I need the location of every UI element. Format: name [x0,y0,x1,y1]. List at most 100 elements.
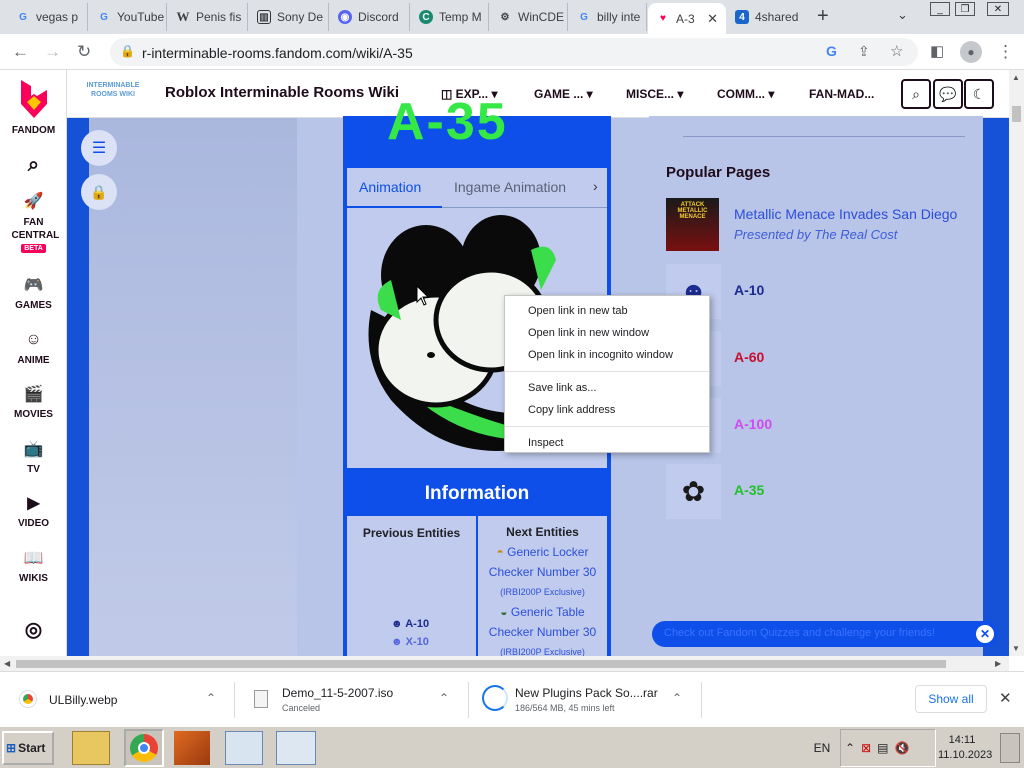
rail-account[interactable]: ◎ [0,618,67,644]
scroll-up-arrow-icon[interactable]: ▲ [1012,73,1020,82]
rail-wikis[interactable]: 📖 WIKIS [0,547,67,584]
tab-close-icon[interactable]: ✕ [707,11,718,27]
theme-toggle-button[interactable]: ☾ [964,79,994,109]
address-bar[interactable]: 🔒 r-interminable-rooms.fandom.com/wiki/A… [110,38,918,66]
profile-icon[interactable]: ● [960,41,982,63]
tray-network-icon[interactable]: ⊠ [861,741,871,755]
tab-animation[interactable]: Animation [347,168,442,208]
fandom-logo[interactable]: FANDOM [0,78,67,136]
url-text[interactable]: r-interminable-rooms.fandom.com/wiki/A-3… [142,45,413,61]
download-3-chevron-icon[interactable]: ⌃ [672,691,682,705]
wiki-search-button[interactable]: ⌕ [901,79,931,109]
menu-inspect[interactable]: Inspect [505,432,709,454]
menu-open-incognito[interactable]: Open link in incognito window [505,344,709,366]
network-taskbar-icon[interactable] [225,731,263,765]
show-all-button[interactable]: Show all [915,685,987,713]
scroll-down-arrow-icon[interactable]: ▼ [1012,644,1020,653]
download-item-3[interactable]: New Plugins Pack So....rar 186/564 MB, 4… [470,682,702,718]
vertical-scroll-thumb[interactable] [1012,106,1021,122]
restore-icon[interactable]: ❐ [955,2,975,16]
prev-entity-a10[interactable]: ☻ A-10 [391,618,429,630]
rail-anime[interactable]: ☺ ANIME [0,329,67,366]
rail-video[interactable]: ▶ VIDEO [0,492,67,529]
quiz-banner[interactable]: Check out Fandom Quizzes and challenge y… [652,621,998,647]
nav-community[interactable]: COMM... ▾ [717,87,774,101]
side-panel-icon[interactable]: ◧ [930,42,944,62]
download-1-chevron-icon[interactable]: ⌃ [206,691,216,705]
menu-open-new-tab[interactable]: Open link in new tab [505,300,709,322]
share-icon[interactable]: ⇪ [858,43,870,60]
tab-vegas[interactable]: G vegas p [8,3,88,31]
menu-kebab-icon[interactable]: ⋮ [997,42,1014,62]
popular-item-1-title[interactable]: Metallic Menace Invades San Diego [734,206,957,222]
download-2-chevron-icon[interactable]: ⌃ [439,691,449,705]
banner-close-icon[interactable]: ✕ [976,625,994,643]
window-taskbar-icon[interactable] [276,731,316,765]
nav-fan-made[interactable]: FAN-MAD... [809,87,874,101]
tab-discord[interactable]: ◉ Discord [330,3,410,31]
new-tab-icon[interactable]: + [817,5,829,28]
rail-tv[interactable]: 📺 TV [0,438,67,475]
wiki-title[interactable]: Roblox Interminable Rooms Wiki [165,84,399,101]
chrome-taskbar-button[interactable] [124,729,164,767]
google-lens-icon[interactable]: G [826,43,837,59]
app-taskbar-icon[interactable] [174,731,210,765]
clock[interactable]: 14:11 11.10.2023 [938,733,992,763]
explorer-taskbar-icon[interactable] [72,731,110,765]
prev-entity-x10[interactable]: ☻ X-10 [391,636,429,648]
minimize-icon[interactable]: _ [930,2,950,16]
tab-sony[interactable]: ▥ Sony De [249,3,329,31]
back-icon[interactable]: ← [12,42,29,62]
menu-copy-link-address[interactable]: Copy link address [505,399,709,421]
forward-icon[interactable]: → [44,42,61,62]
wiki-logo[interactable]: INTERMINABLE ROOMS WIKI [77,81,149,107]
nav-misc[interactable]: MISCE... ▾ [626,87,683,101]
vertical-scrollbar[interactable]: ▲ ▼ [1009,70,1024,656]
rail-games[interactable]: 🎮 GAMES [0,274,67,311]
next-entity-table[interactable]: ◒ Generic Table Checker Number 30 [478,602,607,642]
close-downloads-icon[interactable]: ✕ [999,689,1012,707]
tray-volume-icon[interactable]: 🔇 [894,741,909,755]
tabs-next-arrow-icon[interactable]: › [593,178,598,194]
tab-youtube[interactable]: G YouTube [89,3,167,31]
scroll-right-arrow-icon[interactable]: ▶ [995,659,1001,668]
next-entity-locker[interactable]: ◓ Generic Locker Checker Number 30 [478,542,607,582]
popular-item-2-title[interactable]: A-10 [734,282,764,298]
discussions-button[interactable]: 💬 [933,79,963,109]
tab-billy[interactable]: G billy inte [569,3,647,31]
download-item-1[interactable]: ULBilly.webp ⌃ [0,682,235,718]
tab-wincde[interactable]: ⚙ WinCDE [490,3,568,31]
popular-item-5-title[interactable]: A-35 [734,482,764,498]
popular-item-4[interactable]: A-100 [666,398,966,453]
horizontal-scrollbar[interactable]: ◀ ▶ [0,656,1009,671]
tray-computer-icon[interactable]: ▤ [877,741,888,755]
rail-fan-central[interactable]: 🚀 FAN CENTRAL BETA [0,190,67,253]
popular-item-2[interactable]: ☻ A-10 [666,264,966,319]
tray-expand-icon[interactable]: ⌃ [845,741,855,755]
tab-tempmail[interactable]: C Temp M [411,3,489,31]
close-window-icon[interactable]: ✕ [987,2,1009,16]
bookmark-star-icon[interactable]: ☆ [890,42,903,60]
menu-open-new-window[interactable]: Open link in new window [505,322,709,344]
popular-item-4-title[interactable]: A-100 [734,416,772,432]
popular-item-3-title[interactable]: A-60 [734,349,764,365]
popular-item-5[interactable]: ✿ A-35 [666,464,966,519]
tab-a35-active[interactable]: ♥ A-3 ✕ [648,3,726,34]
rail-search[interactable]: ⌕ [0,154,67,180]
download-item-2[interactable]: Demo_11-5-2007.iso Canceled ⌃ [236,682,469,718]
reload-icon[interactable]: ↻ [77,42,91,62]
toc-button[interactable]: ☰ [81,130,117,166]
tab-wikipedia[interactable]: W Penis fis [168,3,248,31]
tab-search-chevron-icon[interactable]: ⌄ [897,7,908,23]
protect-button[interactable]: 🔒 [81,174,117,210]
popular-item-3[interactable]: A-60 [666,331,966,386]
tab-4shared[interactable]: 4 4shared [727,3,807,31]
menu-save-link-as[interactable]: Save link as... [505,377,709,399]
rail-movies[interactable]: 🎬 MOVIES [0,383,67,420]
scroll-left-arrow-icon[interactable]: ◀ [4,659,10,668]
language-indicator[interactable]: EN [806,729,838,767]
horizontal-scroll-thumb[interactable] [16,660,946,668]
start-button[interactable]: ⊞ Start [2,731,54,765]
nav-game[interactable]: GAME ... ▾ [534,87,593,101]
tab-ingame-animation[interactable]: Ingame Animation [454,179,566,195]
